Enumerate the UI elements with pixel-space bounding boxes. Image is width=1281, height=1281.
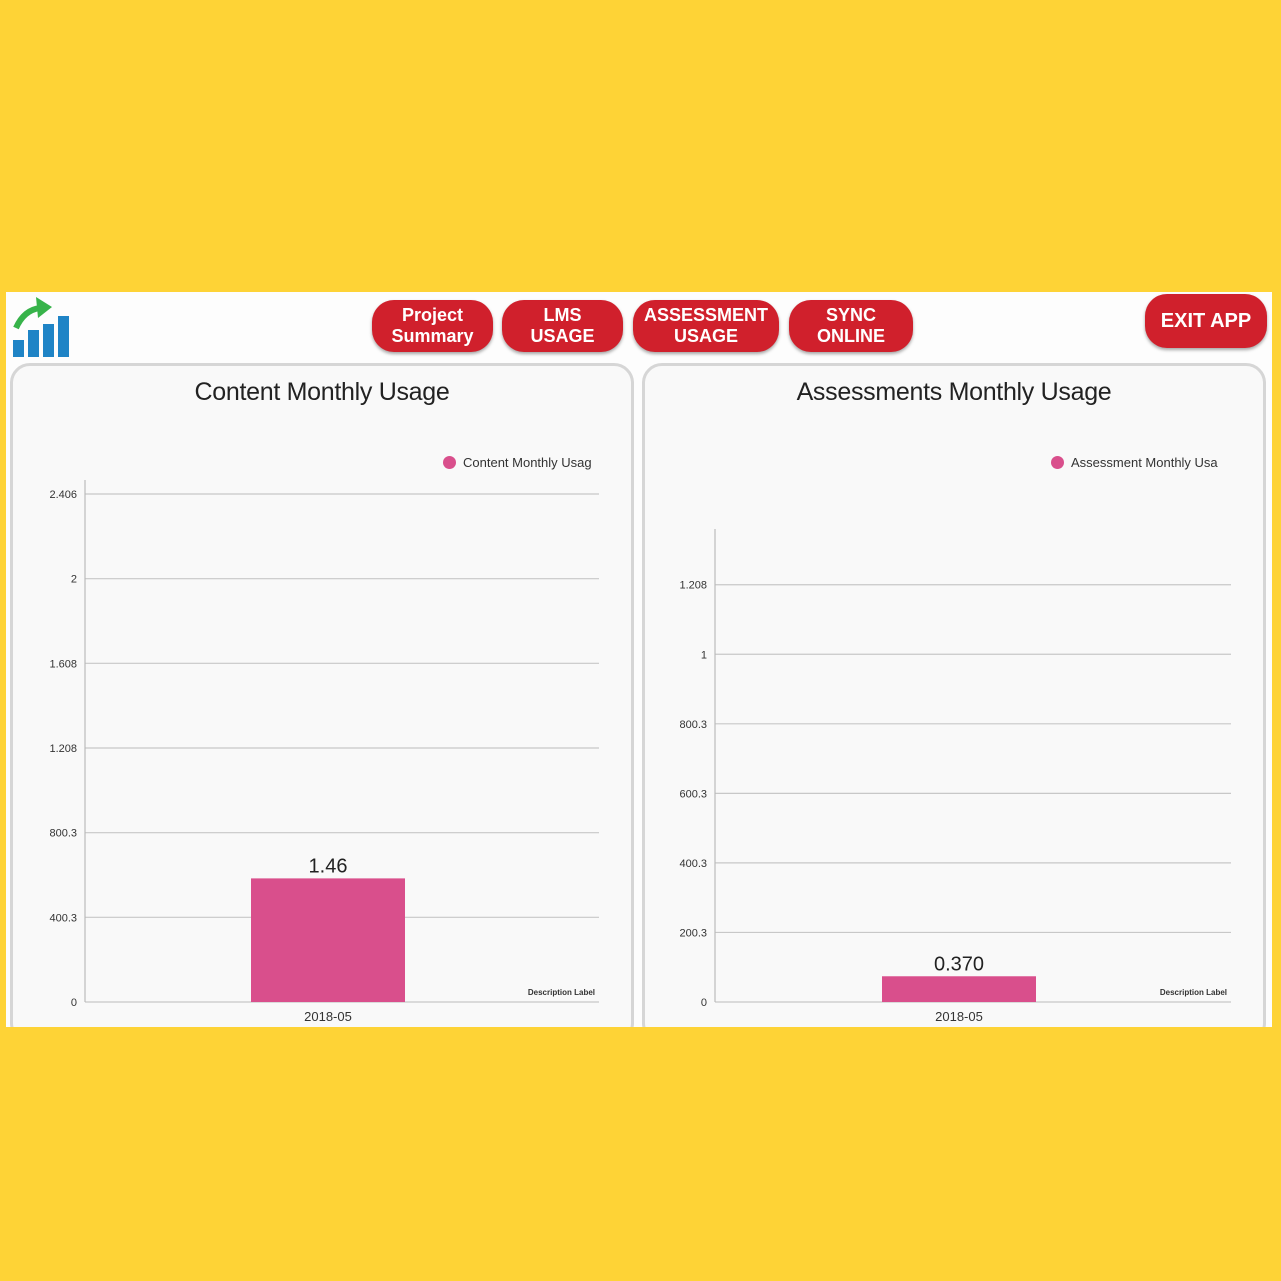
y-tick-label: 400.3 [49, 912, 77, 924]
y-tick-label: 0 [71, 997, 77, 1009]
x-tick-label: 2018-05 [304, 1009, 352, 1024]
bar-data-label: 0.370 [934, 953, 984, 975]
content-bar-chart: 0 400.3 800.3 1.208 1.608 2 2.406 1.46 2018-05 De… [49, 480, 599, 1024]
y-tick-label: 400.3 [679, 858, 707, 870]
assessment-usage-button[interactable]: ASSESSMENT USAGE [633, 300, 779, 352]
x-axis-label: Description Label [528, 988, 595, 997]
exit-app-button[interactable]: EXIT APP [1145, 294, 1267, 348]
y-tick-label: 2.406 [49, 489, 77, 501]
y-tick-label: 2 [71, 574, 77, 586]
bar-data-label: 1.46 [309, 855, 348, 877]
sync-online-button[interactable]: SYNC ONLINE [789, 300, 913, 352]
assessment-bar-chart: 0 200.3 400.3 600.3 800.3 1 1.208 0.370 2018-05 D… [679, 529, 1231, 1024]
bar [882, 976, 1036, 1002]
y-tick-label: 1.608 [49, 658, 77, 670]
y-tick-label: 0 [701, 997, 707, 1009]
y-tick-label: 800.3 [49, 828, 77, 840]
y-tick-label: 1 [701, 649, 707, 661]
lms-usage-button[interactable]: LMS USAGE [502, 300, 623, 352]
x-axis-label: Description Label [1160, 988, 1227, 997]
y-tick-label: 600.3 [679, 788, 707, 800]
y-tick-label: 800.3 [679, 719, 707, 731]
y-tick-label: 1.208 [49, 743, 77, 755]
content-usage-card: Content Monthly Usage Content Monthly Us… [10, 363, 634, 1027]
y-tick-label: 1.208 [679, 580, 707, 592]
project-summary-button[interactable]: Project Summary [372, 300, 493, 352]
y-tick-label: 200.3 [679, 927, 707, 939]
bar [251, 878, 405, 1002]
bar-chart-growth-arrow-icon [13, 297, 69, 357]
assessment-usage-card: Assessments Monthly Usage Assessment Mon… [642, 363, 1266, 1027]
x-tick-label: 2018-05 [935, 1009, 983, 1024]
app-window: Project Summary LMS USAGE ASSESSMENT USA… [6, 292, 1272, 1027]
